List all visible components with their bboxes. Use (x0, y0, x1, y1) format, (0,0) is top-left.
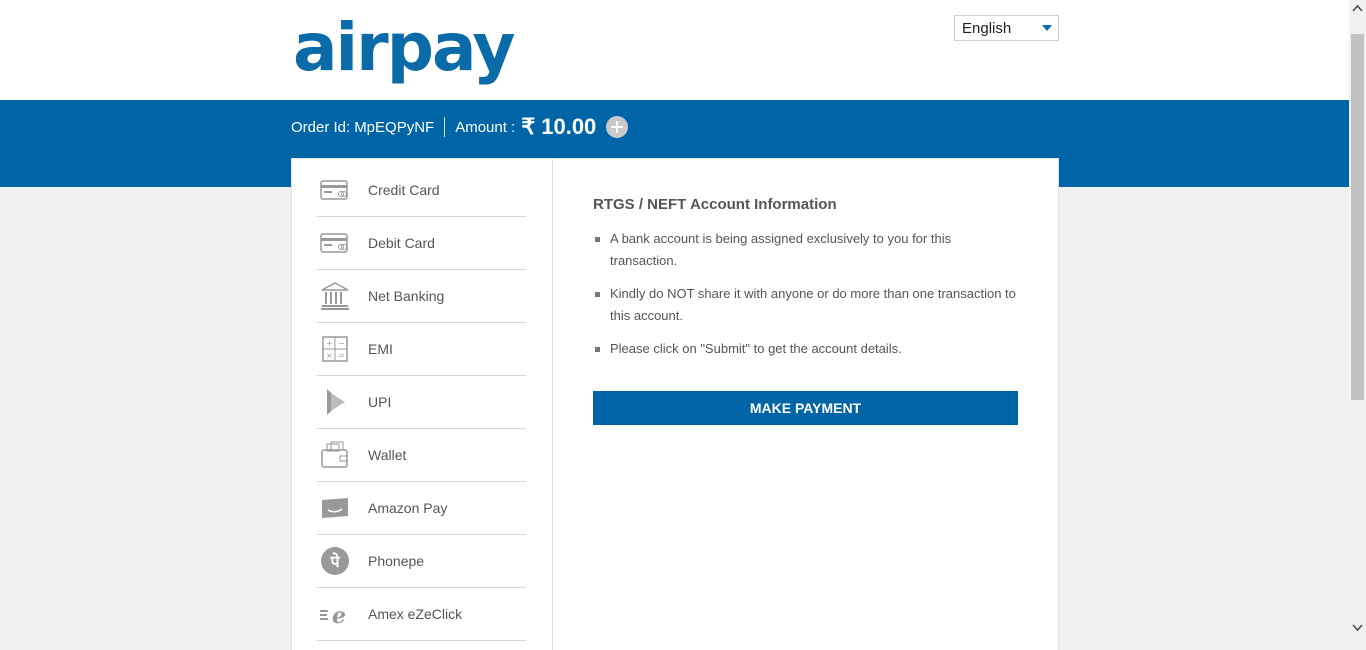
upi-icon (319, 387, 351, 417)
info-list: A bank account is being assigned exclusi… (593, 228, 1019, 360)
list-item: Please click on "Submit" to get the acco… (593, 338, 1019, 360)
svg-text:+: + (326, 339, 333, 348)
method-debit-card[interactable]: Debit Card (317, 217, 526, 270)
method-label: Net Banking (368, 288, 445, 304)
method-label: UPI (368, 394, 392, 410)
debit-card-icon (319, 228, 351, 258)
calculator-icon: + − × = (319, 334, 351, 364)
scroll-up-arrow-icon[interactable] (1352, 3, 1363, 14)
order-divider (444, 117, 446, 137)
list-item: Kindly do NOT share it with anyone or do… (593, 283, 1019, 327)
top-header: airpay English (0, 0, 1349, 100)
airpay-logo: airpay (293, 9, 515, 86)
svg-text:−: − (338, 339, 345, 348)
method-emi[interactable]: + − × = EMI (317, 323, 526, 376)
method-credit-card[interactable]: Credit Card (317, 164, 526, 217)
method-wallet[interactable]: Wallet (317, 429, 526, 482)
order-summary: Order Id: MpEQPyNF Amount : ₹ 10.00 (291, 114, 629, 140)
scrollbar-thumb[interactable] (1351, 34, 1364, 400)
make-payment-button[interactable]: MAKE PAYMENT (593, 391, 1018, 425)
amex-ezeclick-icon: e (319, 599, 351, 629)
amazon-pay-icon (319, 493, 351, 523)
method-label: Wallet (368, 447, 407, 463)
bank-icon (319, 281, 351, 311)
language-selected-value: English (962, 20, 1012, 37)
method-label: Credit Card (368, 182, 440, 198)
wallet-icon (319, 440, 351, 470)
amount-value: 10.00 (541, 114, 597, 139)
language-select[interactable]: English (954, 15, 1059, 41)
method-label: EMI (368, 341, 393, 357)
method-phonepe[interactable]: पे Phonepe (317, 535, 526, 588)
method-amazon-pay[interactable]: Amazon Pay (317, 482, 526, 535)
amount-label: Amount : (455, 118, 516, 136)
credit-card-icon (319, 175, 351, 205)
svg-text:=: = (338, 351, 345, 360)
scroll-down-arrow-icon[interactable] (1352, 622, 1363, 633)
svg-text:e: e (332, 603, 346, 627)
method-label: Amazon Pay (368, 500, 448, 516)
panel-title: RTGS / NEFT Account Information (593, 196, 837, 213)
page-scrollbar[interactable] (1349, 0, 1366, 650)
rupee-icon: ₹ (521, 114, 536, 139)
payment-method-list: Credit Card Debit Card Net Banking + − × = … (292, 159, 553, 650)
method-label: Debit Card (368, 235, 435, 251)
payment-card: Credit Card Debit Card Net Banking + − × = … (291, 158, 1059, 650)
method-upi[interactable]: UPI (317, 376, 526, 429)
svg-text:×: × (326, 351, 333, 360)
chevron-down-icon (1042, 25, 1052, 31)
expand-plus-icon[interactable] (606, 116, 629, 138)
phonepe-icon: पे (319, 546, 351, 576)
order-id-label: Order Id: (291, 118, 351, 136)
order-id-value: MpEQPyNF (354, 118, 435, 136)
list-item: A bank account is being assigned exclusi… (593, 228, 1019, 272)
method-amex-ezeclick[interactable]: e Amex eZeClick (317, 588, 526, 641)
method-net-banking[interactable]: Net Banking (317, 270, 526, 323)
method-label: Amex eZeClick (368, 606, 463, 622)
rtgs-neft-panel: RTGS / NEFT Account Information A bank a… (593, 195, 1019, 425)
svg-text:पे: पे (329, 552, 340, 571)
method-label: Phonepe (368, 553, 425, 569)
